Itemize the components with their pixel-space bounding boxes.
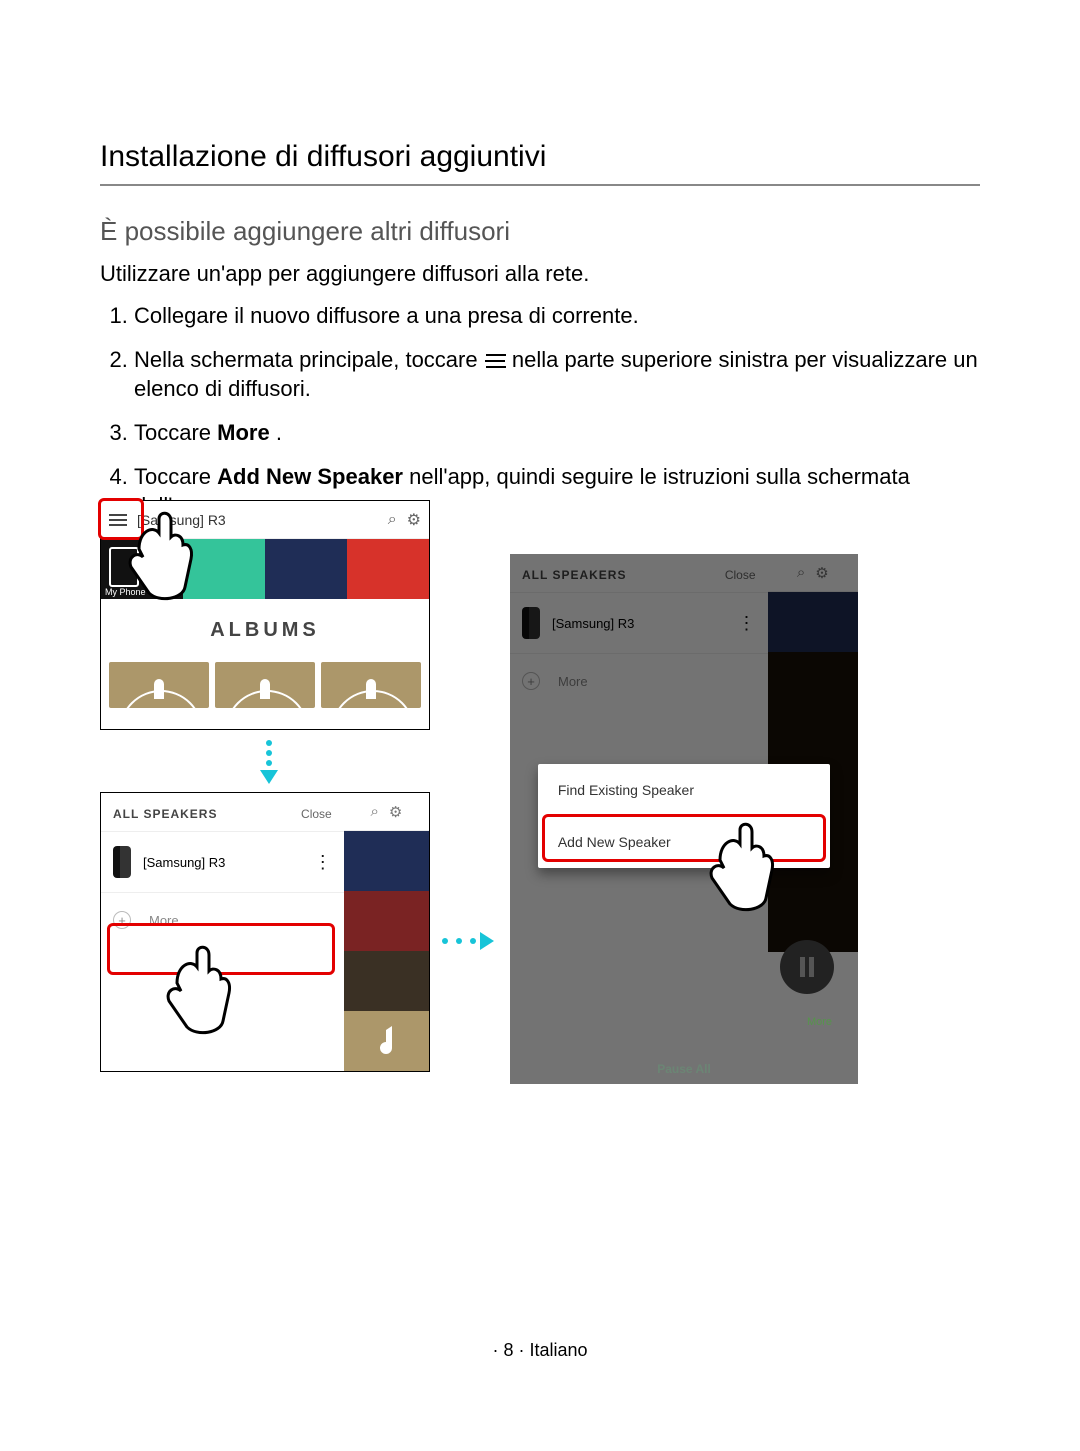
bg-tile (344, 831, 429, 891)
step-1: Collegare il nuovo diffusore a una presa… (134, 301, 980, 331)
album-thumb[interactable] (109, 662, 209, 708)
step-3-text-a: Toccare (134, 420, 217, 445)
pause-button (780, 940, 834, 994)
screenshot-popup: ⌕ ⚙ ALL SPEAKERS Close [Samsung] R3 ⋮ + (510, 554, 858, 1084)
step-4-bold: Add New Speaker (217, 464, 403, 489)
music-note-icon (372, 1024, 400, 1058)
settings-icon[interactable]: ⚙ (389, 803, 402, 821)
tile-service-2[interactable] (265, 539, 347, 599)
drawer-close-button[interactable]: Close (301, 807, 332, 821)
flow-arrow-down (260, 736, 278, 784)
flow-arrow-right (438, 932, 494, 950)
hamburger-icon-inline (484, 353, 506, 369)
bg-tile (344, 891, 429, 951)
step-3-bold: More (217, 420, 270, 445)
speaker-list-item[interactable]: [Samsung] R3 ⋮ (101, 831, 344, 892)
current-device-label: [Samsung] R3 (137, 512, 378, 528)
search-icon[interactable]: ⌕ (370, 803, 378, 820)
intro-paragraph: Utilizzare un'app per aggiungere diffuso… (100, 261, 980, 287)
tile-service-1[interactable] (183, 539, 265, 599)
album-thumb[interactable] (215, 662, 315, 708)
speaker-icon (113, 846, 131, 878)
albums-header: ALBUMS (101, 599, 429, 662)
step-4-text-a: Toccare (134, 464, 217, 489)
drawer-more-label: More (149, 913, 179, 928)
drawer-more-button[interactable]: + More (101, 892, 344, 947)
tile-service-3[interactable] (347, 539, 429, 599)
step-3: Toccare More . (134, 418, 980, 448)
screenshot-drawer: ⌕ ⚙ ALL SPEAKERS Close [Samsung] R3 ⋮ (100, 792, 430, 1072)
page-footer: · 8 · Italiano (0, 1340, 1080, 1361)
hamburger-icon[interactable] (109, 509, 131, 531)
drawer-title: ALL SPEAKERS (113, 807, 217, 821)
bottom-more-label: More (807, 1016, 832, 1028)
screenshot-home: [Samsung] R3 ⌕ ⚙ My Phone ALBUMS (100, 500, 430, 730)
step-2-text-a: Nella schermata principale, toccare (134, 347, 484, 372)
plus-icon: + (113, 911, 131, 929)
speaker-name: [Samsung] R3 (143, 855, 225, 870)
tile-my-phone-label: My Phone (105, 587, 146, 597)
steps-list: Collegare il nuovo diffusore a una presa… (100, 301, 980, 521)
page-subtitle: È possibile aggiungere altri diffusori (100, 216, 980, 247)
step-3-text-b: . (276, 420, 282, 445)
settings-icon[interactable]: ⚙ (407, 510, 421, 530)
album-thumb[interactable] (321, 662, 421, 708)
bg-tile (344, 951, 429, 1011)
pause-all-label: Pause All (510, 1062, 858, 1076)
more-options-icon[interactable]: ⋮ (314, 852, 332, 873)
add-speaker-popup: Find Existing Speaker Add New Speaker (538, 764, 830, 868)
popup-add-new[interactable]: Add New Speaker (538, 816, 830, 868)
step-2: Nella schermata principale, toccare nell… (134, 345, 980, 404)
page-title: Installazione di diffusori aggiuntivi (100, 140, 980, 186)
bg-tile (344, 1011, 429, 1071)
search-icon[interactable]: ⌕ (388, 511, 397, 529)
tile-my-phone[interactable]: My Phone (101, 539, 183, 599)
popup-find-existing[interactable]: Find Existing Speaker (538, 764, 830, 816)
